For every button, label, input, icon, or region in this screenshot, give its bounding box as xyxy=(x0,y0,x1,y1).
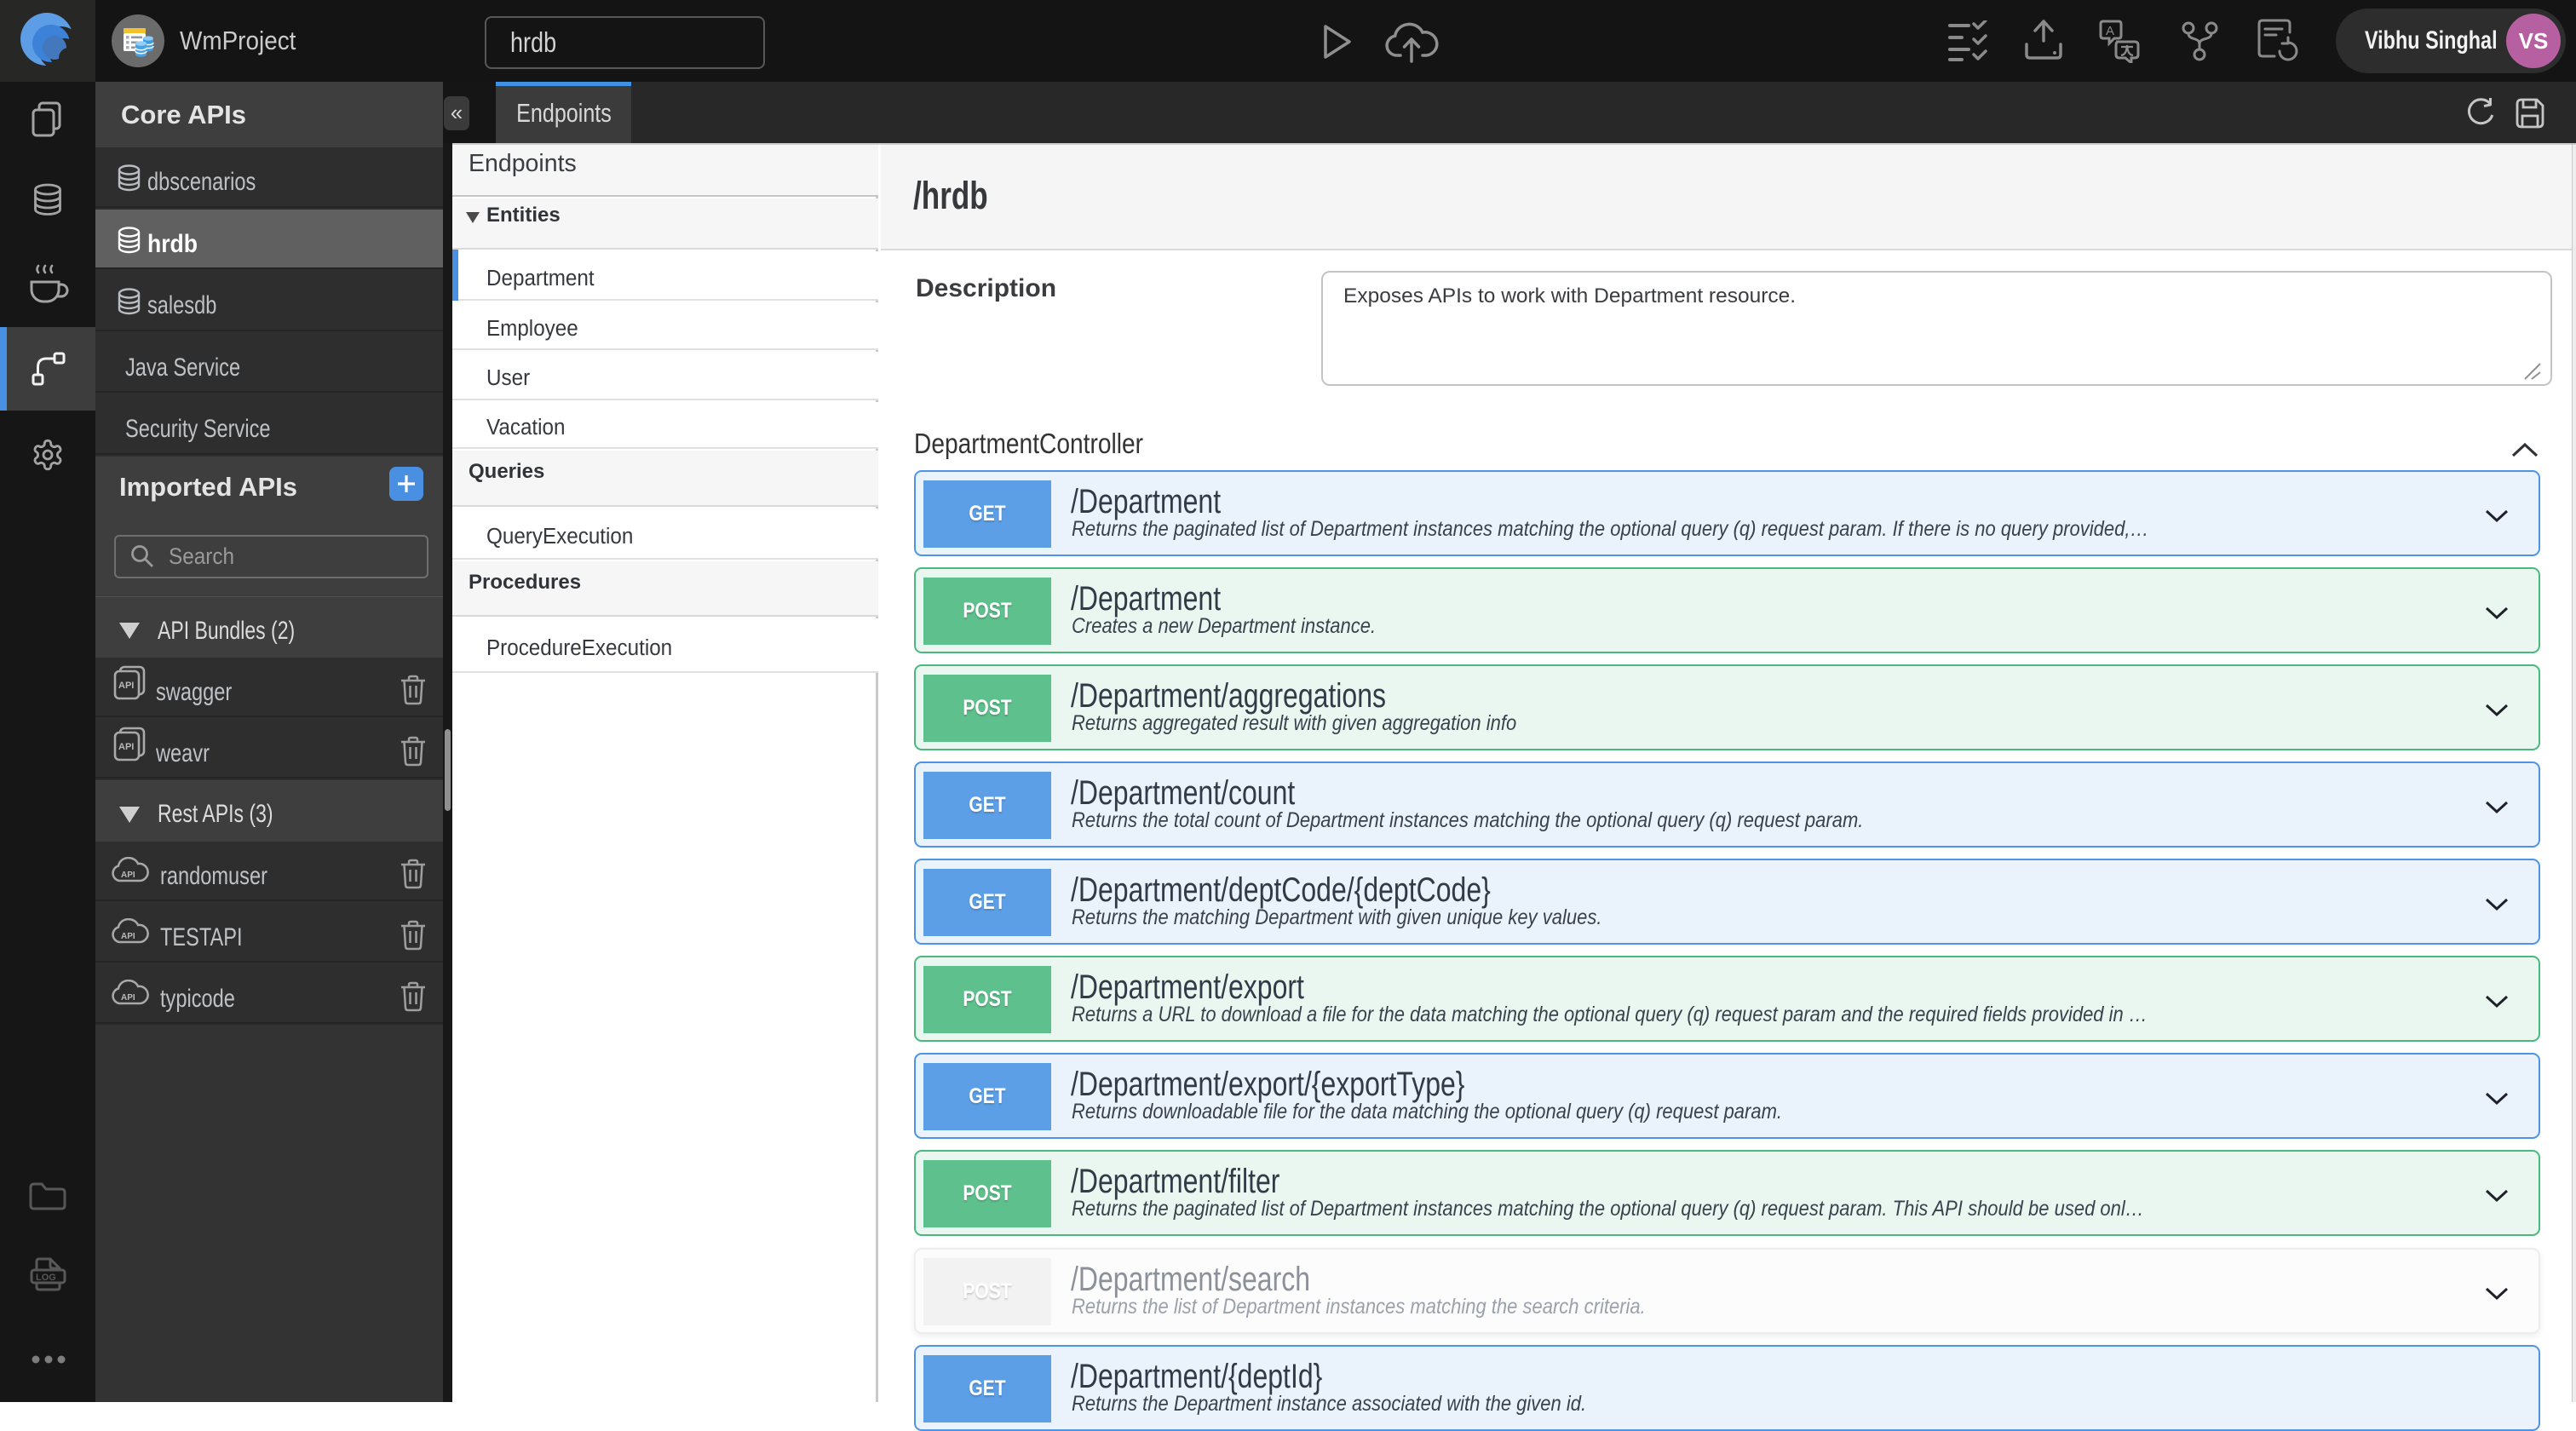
svg-text:API: API xyxy=(118,742,134,752)
svg-text:LOG: LOG xyxy=(36,1273,56,1283)
svg-text:API: API xyxy=(121,993,135,1003)
svg-text:API: API xyxy=(121,932,135,941)
svg-text:API: API xyxy=(118,681,134,691)
svg-text:API: API xyxy=(121,871,135,880)
svg-text:A: A xyxy=(2106,24,2114,38)
